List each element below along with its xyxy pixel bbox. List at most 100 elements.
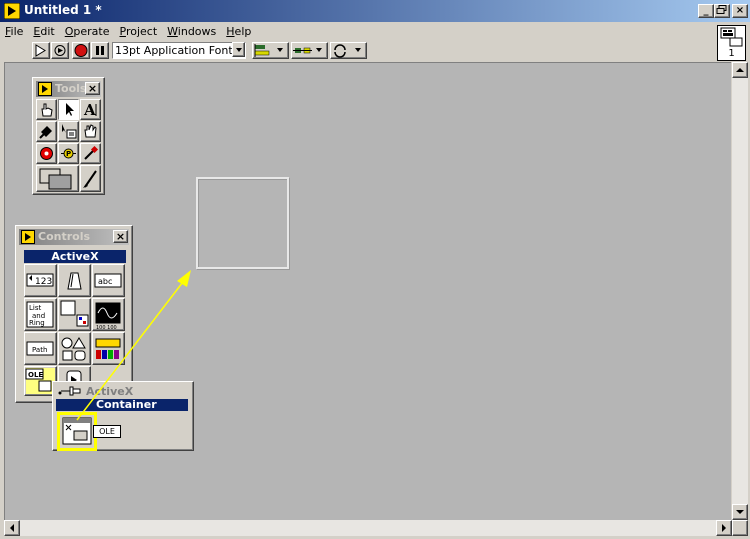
controls-palette-close-button[interactable]: × (113, 230, 128, 243)
vertical-scrollbar[interactable] (732, 62, 748, 520)
graph-controls-cell[interactable]: 100 100 (92, 298, 125, 331)
wiring-spool-icon (39, 126, 52, 139)
numeric-icon: 123 (26, 273, 54, 287)
scroll-left-button[interactable] (4, 520, 20, 536)
horizontal-scrollbar[interactable] (4, 520, 732, 536)
tools-palette-close-button[interactable]: × (85, 82, 100, 95)
arrow-down-icon (736, 510, 744, 514)
labview-icon (38, 82, 52, 96)
list-ring-icon: List and Ring (26, 301, 54, 328)
svg-text:A: A (83, 101, 96, 119)
font-dropdown-arrow[interactable] (232, 42, 245, 57)
array-cluster-cell[interactable] (58, 298, 91, 331)
string-icon: abc (94, 273, 122, 288)
scroll-right-button[interactable] (716, 520, 732, 536)
array-cluster-icon (60, 300, 89, 327)
menu-bar: File Edit Operate Project Windows Help (0, 22, 710, 41)
reorder-picker[interactable] (330, 42, 367, 59)
ole-item-label[interactable]: OLE (93, 425, 121, 438)
container-title: Container (56, 399, 188, 411)
path-icon: Path (26, 341, 54, 356)
grab-hand-icon (84, 124, 97, 138)
breakpoint-icon (40, 147, 53, 160)
activex-container-outline[interactable] (196, 177, 289, 269)
tools-palette-title: Tools (55, 82, 87, 95)
probe-data-tool[interactable]: P (58, 143, 79, 164)
get-color-tool[interactable] (80, 143, 101, 164)
set-color-tool[interactable] (36, 165, 79, 192)
svg-text:Ring: Ring (29, 319, 45, 327)
string-controls-cell[interactable]: abc (92, 264, 125, 297)
path-refnum-cell[interactable]: Path (24, 332, 57, 365)
vi-icon-number: 1 (728, 48, 735, 59)
menu-operate[interactable]: Operate (60, 22, 115, 38)
decorations-icon (61, 337, 86, 361)
arrow-right-icon (722, 524, 726, 532)
vi-icon (720, 27, 743, 47)
distribute-objects-picker[interactable] (291, 42, 328, 59)
refnum-icon (95, 338, 121, 359)
font-select[interactable]: 13pt Application Font (112, 42, 246, 59)
activex-subpalette: ActiveX Container OLE (52, 381, 194, 451)
reorder-icon (334, 44, 361, 58)
menu-windows[interactable]: Windows (162, 22, 221, 38)
scroll-down-button[interactable] (732, 504, 748, 520)
paintbrush-tool[interactable] (80, 165, 101, 192)
probe-icon: P (61, 148, 76, 159)
arrow-up-icon (736, 68, 744, 72)
breakpoint-tool[interactable] (36, 143, 57, 164)
run-continuously-button[interactable] (51, 42, 69, 59)
arrow-left-icon (10, 524, 14, 532)
svg-text:OLE: OLE (28, 371, 43, 379)
scroll-up-button[interactable] (732, 62, 748, 78)
menu-project[interactable]: Project (115, 22, 163, 38)
controls-palette-title: Controls (38, 230, 91, 243)
restore-button[interactable] (714, 4, 730, 18)
string-cell-label: abc (98, 277, 112, 286)
text-a-icon: A (83, 101, 97, 119)
svg-text:P: P (66, 150, 71, 158)
decorations-cell[interactable] (58, 332, 91, 365)
menu-file[interactable]: File (0, 22, 28, 38)
refnum-cell[interactable] (92, 332, 125, 365)
pointing-hand-icon (41, 103, 53, 117)
labview-icon (21, 230, 35, 244)
edit-text-tool[interactable]: A (80, 99, 101, 120)
activex-container-item-highlight[interactable] (57, 412, 97, 451)
window-title: Untitled 1 * (24, 3, 102, 17)
position-select-tool[interactable] (58, 99, 79, 120)
menu-cursor-icon (62, 124, 77, 139)
pause-button[interactable] (91, 42, 109, 59)
numeric-controls-cell[interactable]: 123 (24, 264, 57, 297)
object-shortcut-menu-tool[interactable] (58, 121, 79, 142)
abort-button[interactable] (72, 42, 90, 59)
menu-edit[interactable]: Edit (28, 22, 59, 38)
align-objects-icon (254, 44, 283, 57)
title-bar: Untitled 1 * _ × (0, 0, 750, 22)
close-button[interactable]: × (732, 4, 748, 18)
toolbar: 13pt Application Font (0, 41, 712, 61)
scroll-window-tool[interactable] (80, 121, 101, 142)
svg-text:100 100: 100 100 (96, 325, 117, 330)
graph-icon: 100 100 (95, 302, 121, 331)
pushpin-icon[interactable] (58, 385, 82, 397)
color-swatch-icon (39, 168, 72, 190)
toggle-switch-icon (67, 272, 82, 290)
connect-wire-tool[interactable] (36, 121, 57, 142)
controls-palette-titlebar[interactable]: Controls × (19, 229, 129, 245)
run-button[interactable] (32, 42, 50, 59)
menu-help[interactable]: Help (221, 22, 256, 38)
minimize-button[interactable]: _ (698, 4, 714, 18)
tools-palette: Tools × A P (32, 77, 105, 195)
list-and-ring-cell[interactable]: List and Ring (24, 298, 57, 331)
align-objects-picker[interactable] (252, 42, 289, 59)
distribute-objects-icon (293, 47, 322, 54)
size-grip[interactable] (732, 520, 748, 536)
run-arrow-icon (35, 44, 46, 57)
boolean-controls-cell[interactable] (58, 264, 91, 297)
controls-palette: Controls × ActiveX 123 abc List and Ring… (15, 225, 133, 403)
vi-icon-connector-pane[interactable]: 1 (717, 25, 746, 61)
tools-palette-titlebar[interactable]: Tools × (36, 81, 101, 97)
activex-popup-header: ActiveX (86, 385, 134, 398)
operate-value-tool[interactable] (36, 99, 57, 120)
